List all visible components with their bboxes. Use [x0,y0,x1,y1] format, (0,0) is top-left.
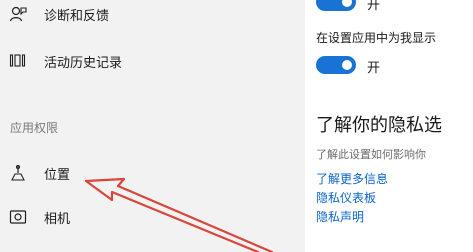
sidebar-item-activity-history[interactable]: 活动历史记录 [0,43,305,79]
show-suggestions-toggle[interactable] [316,56,356,74]
privacy-statement-link[interactable]: 隐私声明 [316,208,364,225]
privacy-dashboard-link[interactable]: 隐私仪表板 [316,189,376,206]
location-icon [9,164,27,182]
learn-more-link[interactable]: 了解更多信息 [316,170,388,187]
sidebar-item-camera[interactable]: 相机 [0,199,305,235]
timeline-icon [9,52,27,70]
content-pane: 开 在设置应用中为我显示 开 了解你的隐私选 了解此设置如何影响你 了解更多信息… [305,0,473,252]
top-toggle-switch[interactable] [316,0,356,11]
sidebar-item-label: 活动历史记录 [44,55,123,71]
privacy-section-subtitle: 了解此设置如何影响你 [316,148,426,161]
sidebar-item-diagnostics-feedback[interactable]: 诊断和反馈 [0,0,305,32]
camera-icon [9,208,27,226]
top-toggle-state: 开 [367,0,381,13]
section-heading-app-permissions: 应用权限 [10,121,59,135]
sidebar-item-label: 位置 [44,167,71,183]
privacy-section-title: 了解你的隐私选 [316,115,442,136]
feedback-icon [9,5,27,23]
sidebar: 诊断和反馈 活动历史记录 应用权限 位置 相机 [0,0,305,252]
setting-description: 在设置应用中为我显示 [316,31,437,45]
sidebar-item-label: 相机 [44,211,71,227]
toggle-state-label: 开 [367,61,381,76]
sidebar-item-location[interactable]: 位置 [0,155,305,191]
sidebar-item-label: 诊断和反馈 [44,8,110,24]
